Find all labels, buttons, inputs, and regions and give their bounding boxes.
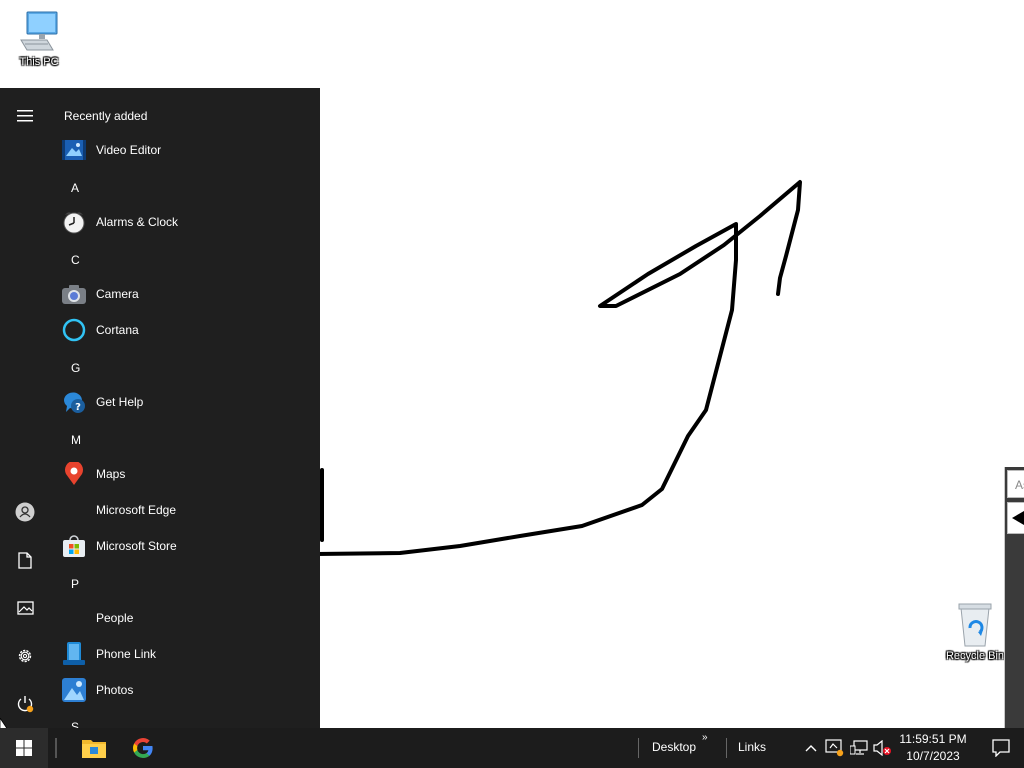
start-menu-rail [0, 88, 50, 728]
letter-header-a[interactable]: A [71, 181, 79, 195]
desktop-icon-label: This PC [19, 56, 59, 68]
this-pc-icon [20, 11, 58, 51]
taskbar: Desktop » Links 11:59:51 PM 10/7/2023 [0, 728, 1024, 768]
hamburger-menu-icon [17, 110, 33, 122]
app-microsoft-store[interactable]: Microsoft Store [62, 530, 312, 562]
action-center-button[interactable] [978, 728, 1024, 768]
app-cortana[interactable]: Cortana [62, 314, 312, 346]
taskbar-google-chrome[interactable] [119, 728, 167, 768]
app-list: Recently added Video Editor A Alarms & C… [50, 88, 320, 728]
taskbar-file-explorer[interactable] [70, 728, 118, 768]
power-icon [17, 696, 34, 713]
windows-logo-icon [16, 740, 32, 756]
desktop-toolbar[interactable]: Desktop [652, 740, 696, 754]
letter-header-s[interactable]: S [71, 720, 79, 728]
app-phone-link[interactable]: Phone Link [62, 638, 312, 670]
documents-icon [18, 551, 32, 569]
letter-header-g[interactable]: G [71, 361, 80, 375]
notification-icon [992, 739, 1010, 757]
user-account-button[interactable] [0, 490, 50, 534]
volume-muted-icon [873, 740, 891, 756]
chevron-up-icon [805, 745, 817, 752]
back-arrow-icon [1012, 511, 1024, 525]
app-microsoft-edge[interactable]: Microsoft Edge [62, 494, 312, 526]
partial-window[interactable]: As [1004, 467, 1024, 728]
alarm-clock-icon [63, 212, 85, 234]
clock-date: 10/7/2023 [906, 749, 960, 763]
camera-icon [62, 285, 86, 304]
settings-button[interactable] [0, 634, 50, 678]
user-account-icon [15, 502, 35, 522]
app-alarms-clock[interactable]: Alarms & Clock [62, 206, 312, 238]
app-label: Microsoft Store [96, 539, 177, 553]
taskbar-separator [726, 738, 727, 758]
desktop-icon-recycle-bin[interactable]: Recycle Bin [938, 602, 1012, 662]
file-explorer-icon [82, 740, 106, 758]
app-label: Phone Link [96, 647, 157, 661]
letter-header-c[interactable]: C [71, 253, 80, 267]
taskbar-separator [638, 738, 639, 758]
app-camera[interactable]: Camera [62, 278, 312, 310]
app-label: Photos [96, 683, 134, 697]
volume-tray-button[interactable] [872, 738, 894, 758]
expand-menu-button[interactable] [0, 94, 50, 138]
settings-gear-icon [18, 649, 32, 663]
network-icon [850, 740, 868, 755]
cortana-icon [62, 318, 86, 342]
toolbar-overflow-icon[interactable]: » [702, 732, 708, 743]
get-help-icon: ? [63, 392, 85, 413]
desktop-icon-label: Recycle Bin [945, 650, 1005, 662]
recycle-bin-icon [958, 603, 992, 647]
app-video-editor[interactable]: Video Editor [62, 134, 312, 166]
security-tray-button[interactable] [824, 738, 846, 758]
letter-header-p[interactable]: P [71, 577, 79, 591]
app-label: Video Editor [96, 143, 162, 157]
app-people[interactable]: People [62, 602, 312, 634]
store-icon [63, 535, 85, 557]
app-label: People [96, 611, 134, 625]
security-icon [825, 739, 844, 757]
app-label: Microsoft Edge [96, 503, 177, 517]
maps-icon [65, 462, 83, 485]
app-label: Cortana [96, 323, 139, 337]
phone-link-icon [63, 642, 85, 665]
clock-time: 11:59:51 PM [899, 732, 967, 746]
start-menu: Recently added Video Editor A Alarms & C… [0, 88, 320, 728]
pictures-icon [16, 601, 34, 615]
video-editor-icon [62, 140, 86, 160]
app-label: Maps [96, 467, 126, 481]
desktop-icon-this-pc[interactable]: This PC [2, 10, 76, 68]
start-button[interactable] [0, 728, 48, 768]
letter-header-m[interactable]: M [71, 433, 81, 447]
taskbar-separator [55, 738, 57, 758]
app-get-help[interactable]: ? Get Help [62, 386, 312, 418]
back-button[interactable] [1007, 502, 1024, 534]
taskbar-clock[interactable]: 11:59:51 PM 10/7/2023 [896, 731, 970, 765]
app-label: Get Help [96, 395, 144, 409]
show-hidden-icons-button[interactable] [800, 738, 822, 758]
recently-added-heading: Recently added [64, 109, 148, 123]
network-tray-button[interactable] [848, 738, 870, 758]
svg-text:?: ? [75, 402, 81, 413]
pictures-button[interactable] [0, 586, 50, 630]
links-toolbar[interactable]: Links [738, 740, 766, 754]
photos-icon [62, 678, 86, 702]
address-bar[interactable]: As [1007, 470, 1024, 498]
app-photos[interactable]: Photos [62, 674, 312, 706]
app-maps[interactable]: Maps [62, 458, 312, 490]
documents-button[interactable] [0, 538, 50, 582]
app-label: Camera [96, 287, 139, 301]
app-label: Alarms & Clock [96, 215, 179, 229]
google-chrome-icon [133, 738, 153, 758]
